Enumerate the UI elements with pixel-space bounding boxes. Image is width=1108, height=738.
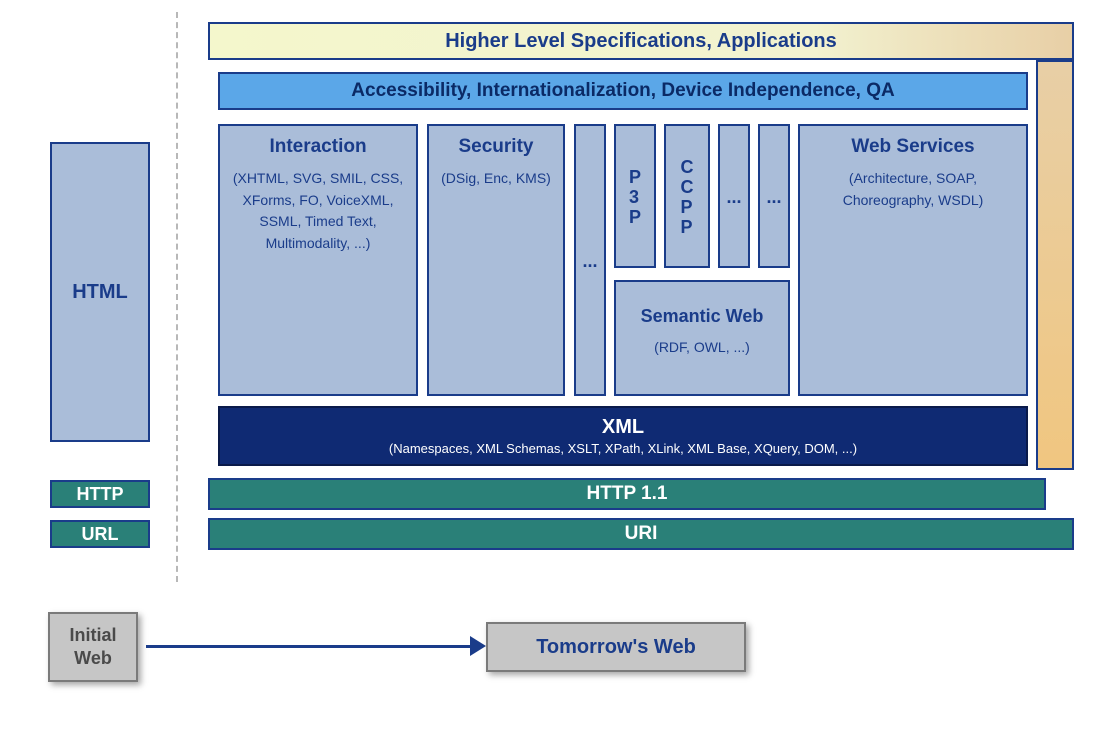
semantic-web-title: Semantic Web <box>624 306 780 327</box>
xml-sub: (Namespaces, XML Schemas, XSLT, XPath, X… <box>389 441 857 456</box>
ellipsis-box-3: ... <box>758 124 790 268</box>
semantic-web-box: Semantic Web (RDF, OWL, ...) <box>614 280 790 396</box>
ellipsis-box-1: ... <box>574 124 606 396</box>
initial-web-box: Initial Web <box>48 612 138 682</box>
security-sub: (DSig, Enc, KMS) <box>437 168 555 190</box>
web-services-box: Web Services (Architecture, SOAP, Choreo… <box>798 124 1028 396</box>
interaction-sub: (XHTML, SVG, SMIL, CSS, XForms, FO, Voic… <box>228 168 408 255</box>
xml-bar: XML (Namespaces, XML Schemas, XSLT, XPat… <box>218 406 1028 466</box>
xml-title: XML <box>602 416 644 439</box>
arrow-line <box>146 645 476 648</box>
security-title: Security <box>437 136 555 158</box>
arrow-head-icon <box>470 636 486 656</box>
p3p-box: P3P <box>614 124 656 268</box>
dashed-divider <box>176 12 178 582</box>
interaction-title: Interaction <box>228 136 408 158</box>
interaction-box: Interaction (XHTML, SVG, SMIL, CSS, XFor… <box>218 124 418 396</box>
accessibility-bar: Accessibility, Internationalization, Dev… <box>218 72 1028 110</box>
higher-level-bar: Higher Level Specifications, Application… <box>208 22 1074 60</box>
ccpp-label: CCPP <box>681 158 694 236</box>
semantic-web-sub: (RDF, OWL, ...) <box>624 337 780 359</box>
p3p-label: P3P <box>629 168 641 226</box>
url-box-small: URL <box>50 520 150 548</box>
ellipsis-box-2: ... <box>718 124 750 268</box>
http11-bar: HTTP 1.1 <box>208 478 1046 510</box>
html-box: HTML <box>50 142 150 442</box>
ccpp-box: CCPP <box>664 124 710 268</box>
right-orange-strip <box>1036 60 1074 470</box>
security-box: Security (DSig, Enc, KMS) <box>427 124 565 396</box>
tomorrows-web-box: Tomorrow's Web <box>486 622 746 672</box>
http-box-small: HTTP <box>50 480 150 508</box>
web-services-title: Web Services <box>808 136 1018 158</box>
web-services-sub: (Architecture, SOAP, Choreography, WSDL) <box>808 168 1018 211</box>
uri-bar: URI <box>208 518 1074 550</box>
diagram-canvas: HTML HTTP URL Higher Level Specification… <box>12 12 1096 726</box>
